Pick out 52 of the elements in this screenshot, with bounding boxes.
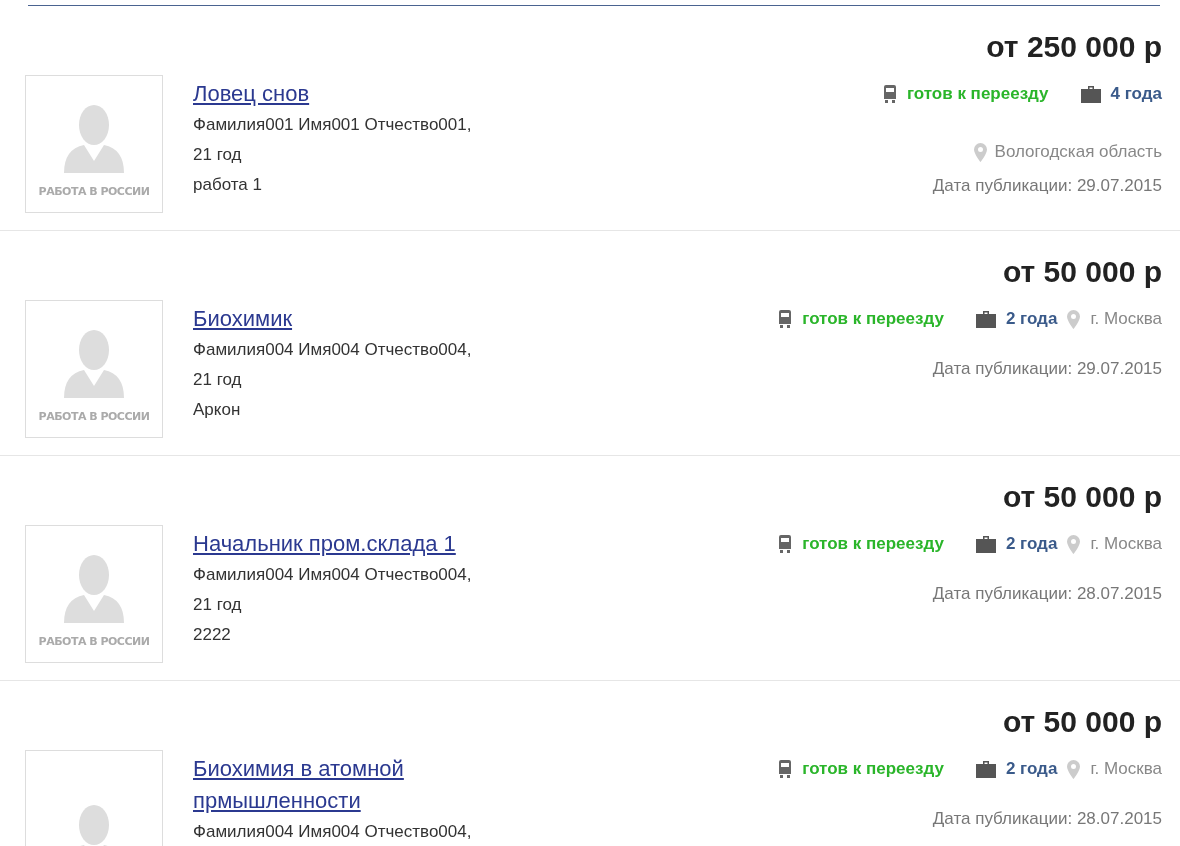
resume-title-link[interactable]: Биохимик [193,303,493,335]
experience: 4 года [1110,84,1162,104]
publication-date: Дата публикации: 29.07.2015 [932,176,1162,196]
resume-title-link[interactable]: Ловец снов [193,78,493,110]
location: Вологодская область [994,142,1162,162]
bus-icon [778,535,793,553]
relocation-status: готов к переезду [802,534,944,554]
briefcase-icon [975,760,996,778]
person-age: 21 год [193,144,243,166]
briefcase-icon [975,535,996,553]
relocation-status: готов к переезду [802,309,944,329]
relocation-status: готов к переезду [906,84,1049,104]
person-age: 21 год [193,594,243,616]
resume-title-link[interactable]: Начальник пром.склада 1 [193,528,493,560]
publication-date: Дата публикации: 29.07.2015 [932,359,1162,379]
experience: 2 года [1005,759,1058,779]
person-silhouette-icon [62,328,126,398]
avatar-caption: РАБОТА В РОССИИ [38,185,150,198]
person-silhouette-icon [62,553,126,623]
person-name: Фамилия004 Имя004 Отчество004, [193,821,473,843]
bus-icon [882,85,897,103]
map-pin-icon [1067,309,1081,329]
person-name: Фамилия004 Имя004 Отчество004, [193,564,473,586]
salary: от 250 000 р [985,29,1162,65]
briefcase-icon [1080,85,1101,103]
experience: 2 года [1005,309,1058,329]
location: г. Москва [1090,534,1162,554]
person-name: Фамилия004 Имя004 Отчество004, [193,339,473,361]
publication-date: Дата публикации: 28.07.2015 [932,584,1162,604]
bus-icon [778,310,793,328]
company-name: работа 1 [193,174,263,196]
experience: 2 года [1005,534,1058,554]
location: г. Москва [1090,759,1162,779]
person-silhouette-icon [62,103,126,173]
avatar-caption: РАБОТА В РОССИИ [38,410,150,423]
salary: от 50 000 р [1001,704,1162,740]
briefcase-icon [975,310,996,328]
person-name: Фамилия001 Имя001 Отчество001, [193,114,473,136]
location: г. Москва [1090,309,1162,329]
relocation-status: готов к переезду [802,759,944,779]
salary: от 50 000 р [1001,479,1162,515]
avatar-caption: РАБОТА В РОССИИ [38,635,150,648]
publication-date: Дата публикации: 28.07.2015 [932,809,1162,829]
company-name: Аркон [193,399,242,421]
salary: от 50 000 р [1001,254,1162,290]
person-age: 21 год [193,369,243,391]
bus-icon [778,760,793,778]
map-pin-icon [1067,759,1081,779]
resume-title-link[interactable]: Биохимия в атомной прмышленности [193,753,493,817]
map-pin-icon [1067,534,1081,554]
company-name: 2222 [193,624,232,646]
map-pin-icon [973,142,987,162]
